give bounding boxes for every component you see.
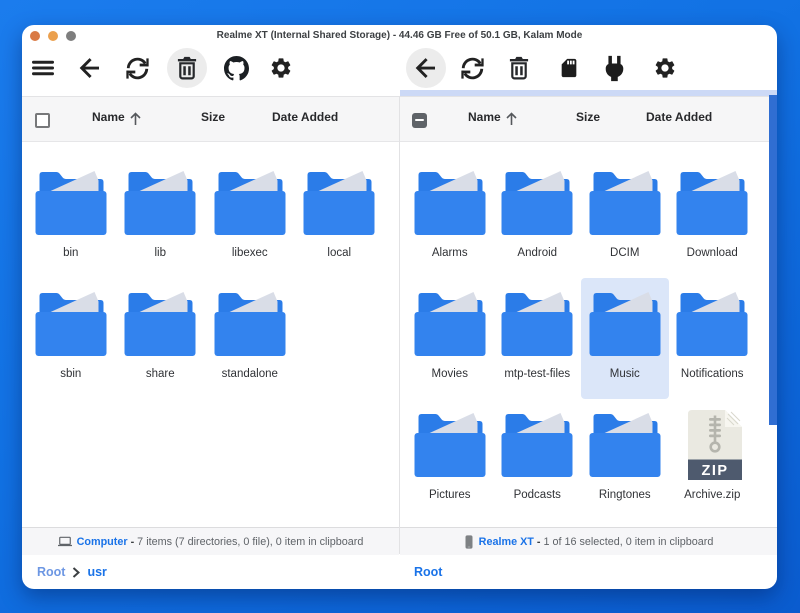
svg-text:ZIP: ZIP	[701, 463, 728, 479]
